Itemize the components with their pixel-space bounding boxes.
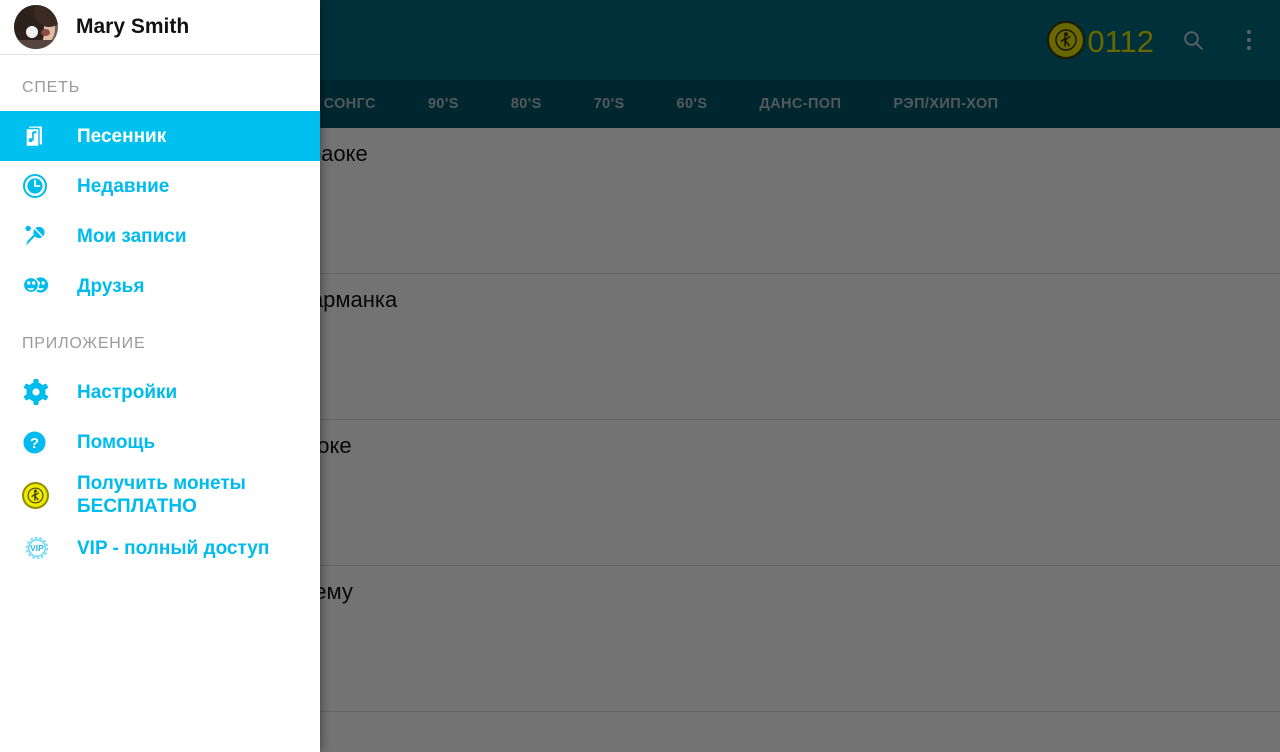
sidebar-item-label: Получить монеты БЕСПЛАТНО [77,473,246,517]
sidebar-item-songbook[interactable]: Песенник [0,111,320,161]
svg-text:?: ? [30,435,39,452]
sidebar-item-label: Песенник [77,125,167,147]
svg-text:VIP: VIP [30,543,44,553]
sidebar-item-label: VIP - полный доступ [77,537,270,559]
sidebar-item-friends[interactable]: Друзья [0,261,320,311]
sidebar-item-label: Друзья [77,275,145,297]
drawer-section-label-sing: СПЕТЬ [22,79,80,96]
sidebar-item-settings[interactable]: Настройки [0,367,320,417]
microphone-icon [22,223,58,249]
sidebar-item-vip[interactable]: VIP VIP - полный доступ [0,523,320,573]
sidebar-item-label: Недавние [77,175,170,197]
vip-badge-icon: VIP [22,533,58,563]
navigation-drawer: Mary Smith СПЕТЬ Песенник Недавние Мои з… [0,0,320,752]
friends-icon [22,274,58,298]
sidebar-item-my-recordings[interactable]: Мои записи [0,211,320,261]
gear-icon [22,378,58,406]
app-root: 0112 СИКА РОК ПОП ЛОВЕ СОНГС [0,0,1280,752]
sidebar-item-label: Мои записи [77,225,187,247]
sidebar-item-label: Настройки [77,381,178,403]
drawer-section-label-app: ПРИЛОЖЕНИЕ [22,335,146,352]
avatar [14,5,58,49]
sidebar-item-recent[interactable]: Недавние [0,161,320,211]
sidebar-item-help[interactable]: ? Помощь [0,417,320,467]
songbook-icon [22,124,58,149]
sidebar-item-get-coins[interactable]: Получить монеты БЕСПЛАТНО [0,467,320,523]
clock-icon [22,173,58,199]
coin-icon [22,481,58,509]
sidebar-item-label: Помощь [77,431,156,453]
user-name: Mary Smith [76,15,190,38]
help-icon: ? [22,430,58,455]
drawer-header[interactable]: Mary Smith [0,0,320,55]
